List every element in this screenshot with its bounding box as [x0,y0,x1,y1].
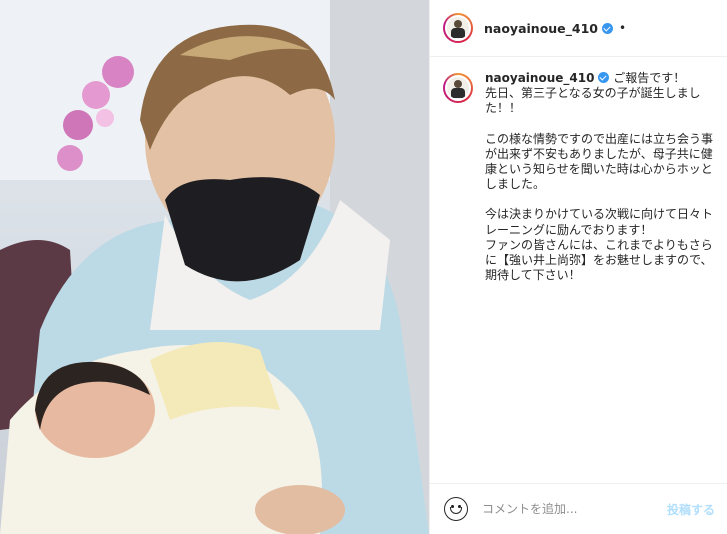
post-sidebar: naoyainoue_410 • naoyainoue_410 ご報告です！ 先… [429,0,727,534]
caption-paragraph-2: この様な情勢ですので出産には立ち会う事が出来ず不安もありましたが、母子共に健康と… [485,131,714,192]
hand [255,485,345,534]
avatar[interactable] [443,13,473,43]
header-username[interactable]: naoyainoue_410 [484,21,598,36]
verified-badge-icon [598,72,610,83]
caption: naoyainoue_410 ご報告です！ 先日、第三子となる女の子が誕生しまし… [485,71,713,283]
caption-avatar[interactable] [443,73,473,103]
comment-composer: 投稿する [430,483,727,534]
comments-area: naoyainoue_410 ご報告です！ 先日、第三子となる女の子が誕生しまし… [430,57,727,483]
caption-username[interactable]: naoyainoue_410 [485,71,594,85]
post-photo[interactable] [0,0,429,534]
caption-row: naoyainoue_410 ご報告です！ 先日、第三子となる女の子が誕生しまし… [443,71,713,283]
verified-badge-icon [602,22,613,34]
comment-input[interactable] [482,502,667,516]
post-header: naoyainoue_410 • [430,0,727,57]
emoji-smiley-icon[interactable] [444,497,468,521]
caption-paragraph-1: naoyainoue_410 ご報告です！ 先日、第三子となる女の子が誕生しまし… [485,71,701,116]
caption-paragraph-3: 今は決まりかけている次戦に向けて日々トレーニングに励んでおります！ ファンの皆さ… [485,207,714,283]
post-comment-button[interactable]: 投稿する [667,501,715,518]
instagram-post: naoyainoue_410 • naoyainoue_410 ご報告です！ 先… [0,0,727,534]
header-separator: • [619,21,627,35]
photo-illustration [0,0,429,534]
